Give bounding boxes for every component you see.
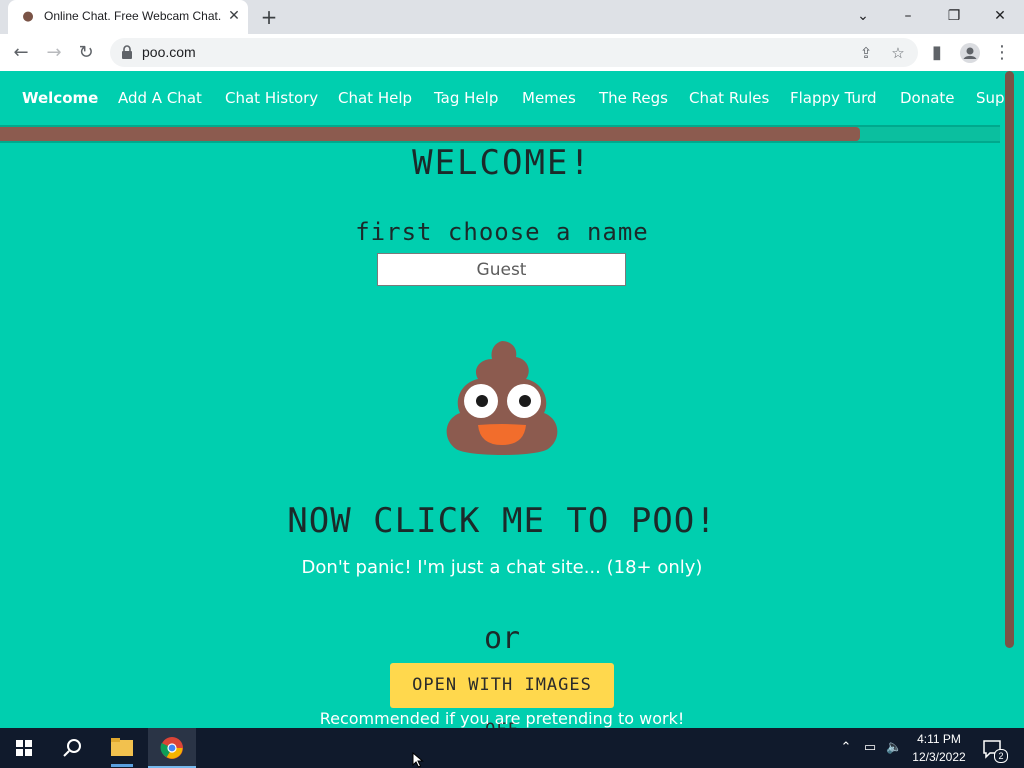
nav-item-flappy-turd[interactable]: Flappy Turd [790, 89, 877, 107]
nav-item-sup[interactable]: Sup [976, 89, 1004, 107]
tab-search-chevron-icon[interactable]: ⌄ [851, 5, 875, 27]
page-progress-bar [0, 125, 1000, 143]
poo-emoji-button[interactable] [440, 335, 564, 459]
bookmark-star-icon[interactable]: ☆ [888, 43, 908, 63]
nav-item-welcome[interactable]: Welcome [22, 89, 98, 107]
page-content: Welcome Add A Chat Chat History Chat Hel… [0, 71, 1004, 728]
share-icon[interactable]: ⇪ [856, 43, 876, 63]
disclaimer-text: Don't panic! I'm just a chat site... (18… [301, 557, 703, 578]
file-explorer-icon[interactable] [98, 728, 146, 768]
page-scrollbar[interactable] [1004, 71, 1024, 728]
chrome-taskbar-item[interactable] [148, 728, 196, 768]
restore-button[interactable]: ❐ [942, 5, 966, 27]
search-icon[interactable] [48, 728, 96, 768]
menu-kebab-icon[interactable]: ⋮ [990, 41, 1014, 65]
side-panel-icon[interactable]: ▮ [925, 41, 949, 65]
close-tab-icon[interactable]: ✕ [226, 8, 242, 24]
minimize-button[interactable]: – [896, 5, 920, 27]
browser-tab-bar: ● Online Chat. Free Webcam Chat. ✕ + ⌄ –… [0, 0, 1024, 34]
clock-date[interactable]: 12/3/2022 [906, 750, 972, 764]
reload-button[interactable]: ↻ [74, 41, 98, 65]
windows-taskbar: ⌃ ▭ 🔈 4:11 PM 12/3/2022 2 [0, 728, 1024, 768]
lock-icon [122, 45, 132, 59]
profile-avatar-icon[interactable] [958, 41, 982, 65]
page-title: WELCOME! [412, 143, 592, 183]
scrollbar-thumb[interactable] [1005, 71, 1014, 648]
address-bar[interactable]: poo.com ⇪ ☆ [110, 38, 918, 67]
windows-start-icon[interactable] [0, 728, 48, 768]
open-images-off-button[interactable]: OPEN WITH IMAGES OFF [390, 663, 614, 728]
recommended-note: Recommended if you are pretending to wor… [319, 709, 685, 728]
nav-item-chat-history[interactable]: Chat History [225, 89, 318, 107]
new-tab-button[interactable]: + [258, 6, 280, 28]
mouse-cursor-icon [412, 752, 424, 768]
site-nav: Welcome Add A Chat Chat History Chat Hel… [0, 71, 1004, 123]
nav-item-chat-rules[interactable]: Chat Rules [689, 89, 769, 107]
close-window-button[interactable]: ✕ [988, 5, 1012, 27]
notification-badge: 2 [994, 749, 1008, 763]
nav-item-add-a-chat[interactable]: Add A Chat [118, 89, 202, 107]
poo-favicon-icon: ● [22, 9, 34, 24]
clock-time[interactable]: 4:11 PM [908, 732, 970, 746]
progress-fill [0, 127, 860, 141]
name-input[interactable] [377, 253, 626, 286]
nav-item-tag-help[interactable]: Tag Help [434, 89, 498, 107]
url-text: poo.com [142, 44, 196, 60]
chrome-icon [160, 737, 183, 759]
or-separator: or [483, 621, 521, 656]
browser-tab[interactable]: ● Online Chat. Free Webcam Chat. ✕ [8, 0, 248, 34]
browser-toolbar: ← → ↻ poo.com ⇪ ☆ ▮ ⋮ [0, 34, 1024, 71]
back-button[interactable]: ← [9, 41, 33, 65]
forward-button[interactable]: → [42, 41, 66, 65]
tab-title: Online Chat. Free Webcam Chat. [44, 9, 222, 23]
nav-item-the-regs[interactable]: The Regs [599, 89, 668, 107]
tray-overflow-chevron-icon[interactable]: ⌃ [838, 740, 854, 756]
nav-item-chat-help[interactable]: Chat Help [338, 89, 412, 107]
nav-item-memes[interactable]: Memes [522, 89, 576, 107]
volume-muted-icon[interactable]: 🔈 [886, 740, 902, 756]
network-icon[interactable]: ▭ [862, 740, 878, 756]
choose-name-label: first choose a name [355, 218, 649, 246]
nav-item-donate[interactable]: Donate [900, 89, 955, 107]
click-me-heading[interactable]: NOW CLICK ME TO POO! [0, 501, 1004, 541]
